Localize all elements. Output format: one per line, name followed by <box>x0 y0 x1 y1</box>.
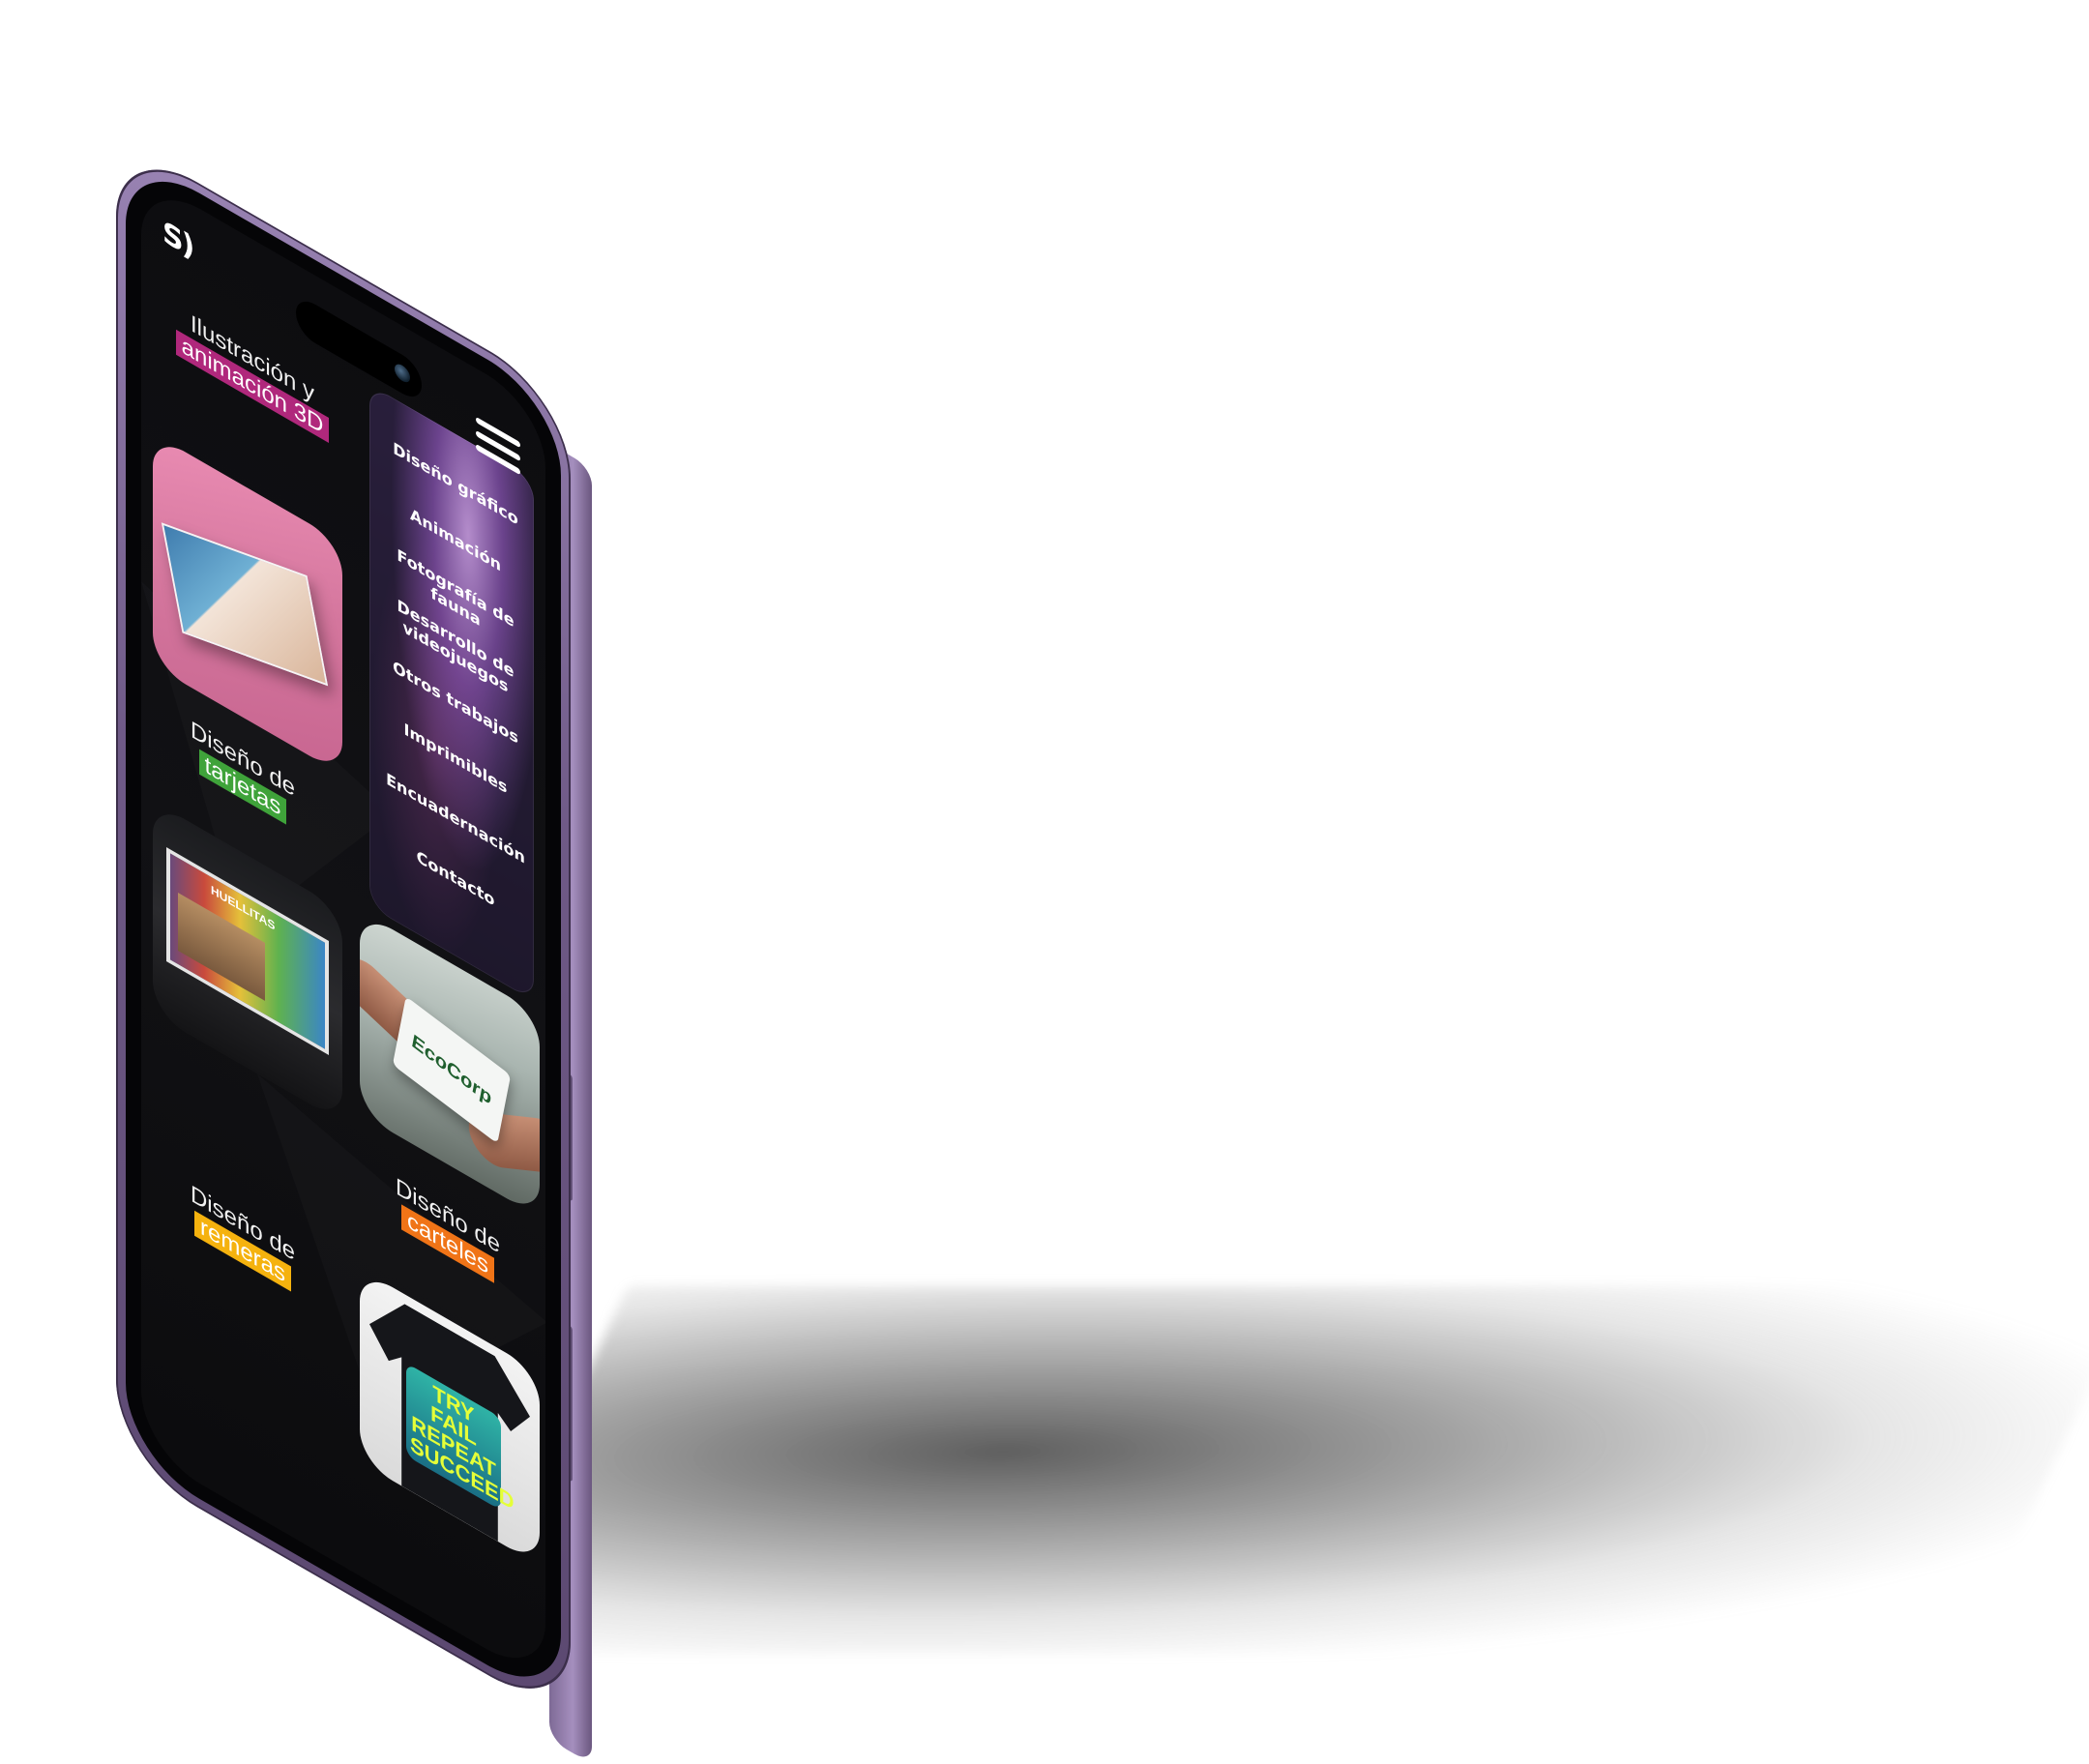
phone-mockup: S) Diseño gráfico Animación Fotografía d… <box>116 135 592 1764</box>
business-card-brand: EcoCorp <box>392 996 512 1144</box>
phone-frame: S) Diseño gráfico Animación Fotografía d… <box>116 135 571 1723</box>
phone-screen: S) Diseño gráfico Animación Fotografía d… <box>141 175 545 1684</box>
hamburger-menu-icon[interactable] <box>476 416 520 482</box>
brochure-mockup <box>161 522 329 687</box>
phone-floor-shadow <box>456 1286 2089 1654</box>
site-logo[interactable]: S) <box>162 213 205 276</box>
nav-menu: Diseño gráfico Animación Fotografía de f… <box>369 384 534 1002</box>
